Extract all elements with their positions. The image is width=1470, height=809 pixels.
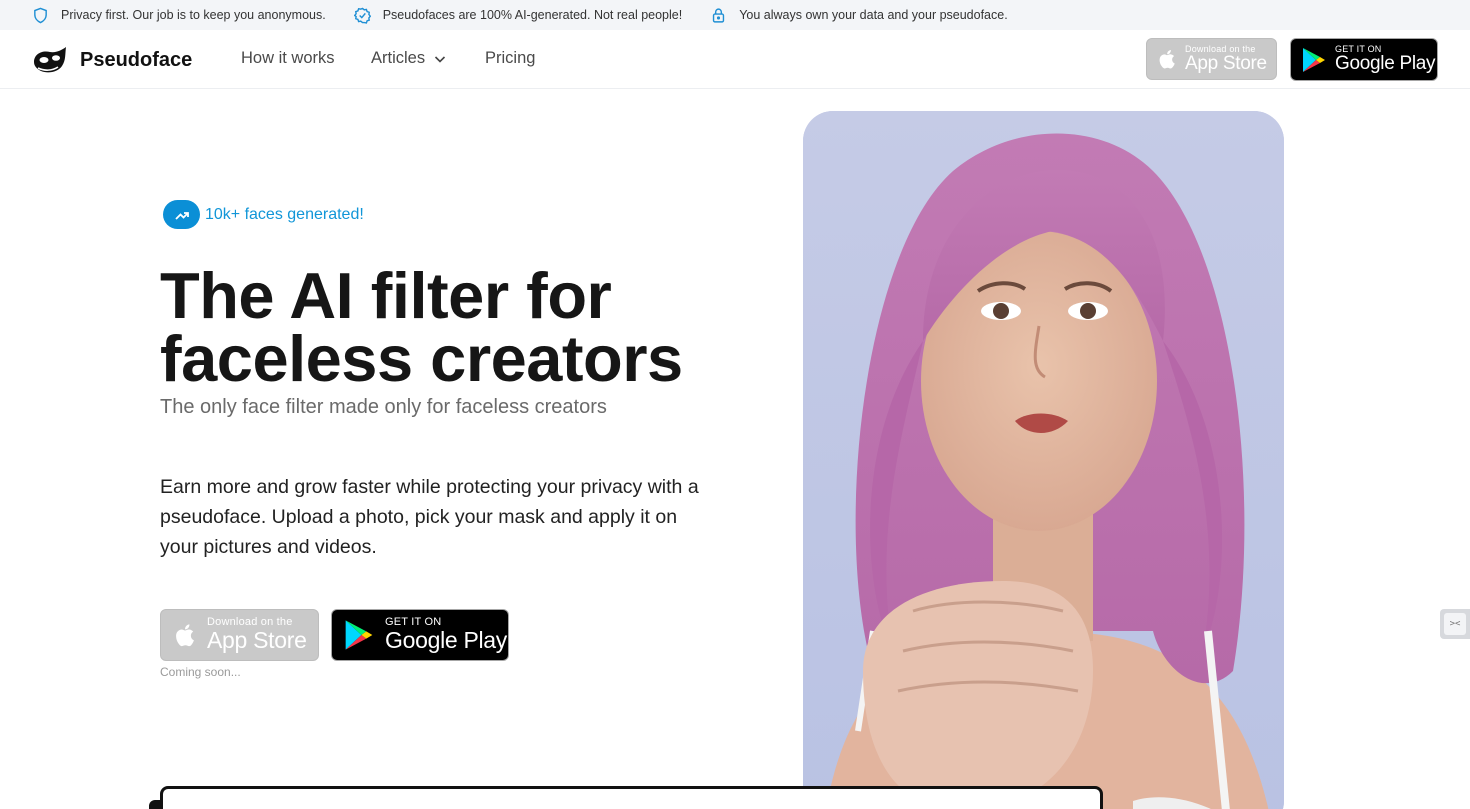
google-play-big-text: Google Play [1335, 53, 1436, 75]
google-play-icon [345, 620, 373, 650]
hero-title: The AI filter for faceless creators [160, 259, 780, 395]
coming-soon-note: Coming soon... [160, 665, 241, 679]
nav-link-how-it-works[interactable]: How it works [241, 49, 335, 68]
announcement-text: Privacy first. Our job is to keep you an… [61, 8, 326, 22]
announcement-text: You always own your data and your pseudo… [739, 8, 1008, 22]
apple-icon [1159, 50, 1175, 69]
side-feedback-widget[interactable]: >< [1440, 609, 1470, 639]
app-store-big-text: App Store [1185, 52, 1267, 74]
google-play-icon [1303, 47, 1325, 72]
bottom-section-card [160, 786, 1103, 809]
app-store-big-text: App Store [207, 627, 307, 654]
hero-description: Earn more and grow faster while protecti… [160, 476, 699, 558]
apple-icon [176, 624, 194, 647]
hero-app-store-badge[interactable]: Download on the App Store [160, 609, 319, 661]
nav-link-label: Articles [371, 49, 426, 67]
brand-logo-link[interactable]: Pseudoface [32, 44, 192, 76]
hero-title-line-1: The AI filter for [160, 259, 612, 332]
portrait-illustration [803, 111, 1284, 809]
announcement-text: Pseudofaces are 100% AI-generated. Not r… [382, 8, 683, 22]
header-google-play-badge[interactable]: GET IT ON Google Play [1290, 38, 1438, 81]
hero-google-play-badge[interactable]: GET IT ON Google Play [331, 609, 509, 661]
pill-text: 10k+ faces generated! [205, 205, 364, 223]
faces-generated-pill: 10k+ faces generated! [163, 200, 364, 229]
pill-icon-wrap [163, 200, 200, 229]
verified-badge-icon [353, 7, 371, 24]
nav-link-pricing[interactable]: Pricing [485, 49, 535, 68]
brand-name: Pseudoface [80, 48, 193, 71]
announcement-privacy: Privacy first. Our job is to keep you an… [32, 7, 326, 24]
header-app-store-badge[interactable]: Download on the App Store [1146, 38, 1277, 80]
hero-subtitle: The only face filter made only for facel… [160, 396, 607, 418]
announcement-ai-generated: Pseudofaces are 100% AI-generated. Not r… [353, 7, 683, 24]
announcement-bar: Privacy first. Our job is to keep you an… [0, 0, 1470, 30]
main-nav: Pseudoface How it works Articles Pricing… [0, 30, 1470, 89]
nav-link-articles[interactable]: Articles [371, 49, 447, 68]
hero-title-line-2: faceless creators [160, 322, 683, 395]
chevron-down-icon [435, 55, 446, 63]
announcement-data-ownership: You always own your data and your pseudo… [710, 7, 1008, 24]
google-play-big-text: Google Play [385, 627, 507, 654]
shield-icon [34, 7, 47, 23]
mask-logo-icon [34, 47, 66, 73]
widget-icon: >< [1444, 613, 1466, 635]
trending-up-icon [174, 211, 189, 220]
lock-icon [713, 7, 725, 23]
hero-portrait-image [803, 111, 1284, 809]
